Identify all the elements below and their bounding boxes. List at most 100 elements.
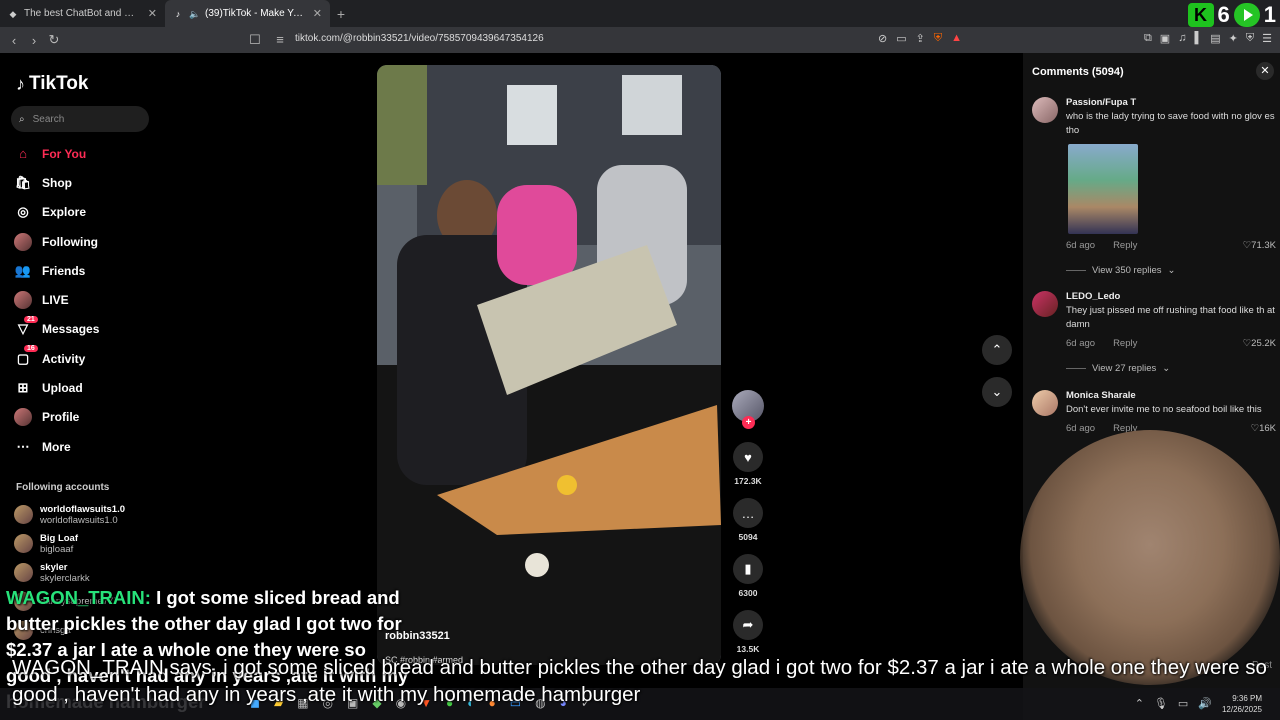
site-info-icon[interactable]: ≡ [270, 32, 290, 47]
screen: ◆ The best ChatBot and Widgets for Ki ✕ … [0, 0, 1280, 720]
account-name: skyler [40, 561, 68, 573]
url-field[interactable]: tiktok.com/@robbin33521/video/7585709439… [295, 33, 544, 44]
reply-button[interactable]: Reply [1113, 338, 1137, 349]
comment-text: who is the lady trying to save food with… [1066, 111, 1275, 136]
heart-outline-icon: ♡ [1242, 338, 1252, 349]
browser-tab-active[interactable]: ♪ 🔈 (39)TikTok - Make Your Day ✕ [165, 0, 330, 27]
following-avatar-icon [14, 232, 32, 251]
follow-plus-icon[interactable]: + [742, 416, 755, 429]
more-icon: ⋯ [16, 438, 30, 454]
chatbot-favicon-icon: ◆ [9, 8, 17, 19]
comment-like[interactable]: ♡16K [1251, 423, 1276, 434]
creator-avatar[interactable]: + [732, 390, 764, 429]
sidebar-icon[interactable]: ▌ [1194, 32, 1202, 45]
avatar[interactable] [1032, 390, 1058, 416]
vpn-icon[interactable]: ⛨ [1246, 32, 1254, 45]
comment-button[interactable]: … [733, 498, 763, 528]
upload-icon: ⊞ [17, 380, 29, 396]
comment-username[interactable]: Monica Sharale [1066, 390, 1276, 401]
kick-count: 6 [1217, 2, 1230, 27]
avatar [14, 534, 33, 553]
close-tab-icon[interactable]: ✕ [313, 7, 322, 20]
new-tab-button[interactable]: + [330, 6, 352, 22]
comment-image[interactable] [1068, 144, 1138, 234]
screenshot-icon[interactable]: ▣ [1160, 32, 1170, 45]
search-placeholder: Search [32, 113, 65, 125]
avatar[interactable] [1032, 97, 1058, 123]
browser-tab-bar: ◆ The best ChatBot and Widgets for Ki ✕ … [0, 0, 1280, 27]
comment-like[interactable]: ♡25.2K [1243, 338, 1276, 349]
chevron-up-icon: ⌃ [991, 342, 1003, 357]
play-logo-icon [1233, 3, 1260, 27]
share-button[interactable]: ➦ [733, 610, 763, 640]
next-video-button[interactable]: ⌄ [982, 377, 1012, 407]
nav-label: More [42, 439, 71, 454]
reload-icon[interactable]: ↻ [44, 32, 64, 48]
nav-item-following[interactable]: Following [14, 227, 99, 256]
nav-item-profile[interactable]: Profile [14, 403, 99, 432]
heart-outline-icon: ♡ [1242, 240, 1252, 251]
save-button[interactable]: ▮ [733, 554, 763, 584]
logo-text: TikTok [29, 73, 89, 94]
bookmark-icon[interactable]: ☐ [245, 32, 265, 48]
close-comments-button[interactable]: ✕ [1256, 62, 1274, 80]
view-replies-label: View 350 replies [1092, 265, 1162, 276]
previous-video-button[interactable]: ⌃ [982, 335, 1012, 365]
cast-icon[interactable]: ▭ [896, 32, 906, 45]
menu-icon[interactable]: ☰ [1262, 32, 1272, 45]
forward-icon[interactable]: › [24, 33, 44, 48]
back-icon[interactable]: ‹ [4, 33, 24, 48]
nav-item-explore[interactable]: ◎ Explore [14, 198, 99, 227]
view-replies-button[interactable]: View 27 replies ⌄ [1066, 363, 1276, 374]
account-handle: worldoflawsuits1.0 [40, 514, 118, 526]
account-name: worldoflawsuits1.0 [40, 503, 125, 515]
mute-icon[interactable]: ⊘ [878, 32, 887, 45]
like-button[interactable]: ♥ [733, 442, 763, 472]
like-count: 172.3K [734, 476, 762, 486]
live-avatar-icon [14, 291, 32, 310]
tiktok-favicon-icon: ♪ [175, 8, 181, 19]
comment-time: 6d ago [1066, 423, 1096, 434]
following-account-item[interactable]: Big Loaf bigloaaf [14, 529, 125, 558]
nav-item-activity[interactable]: ▢ 16 Activity [14, 344, 99, 373]
comment-username[interactable]: LEDO_Ledo [1066, 291, 1276, 302]
brave-rewards-icon[interactable]: ▲ [951, 32, 962, 45]
following-account-item[interactable]: skyler skylerclarkk [14, 558, 125, 587]
tiktok-logo[interactable]: ♪ TikTok [16, 73, 88, 95]
following-accounts-title: Following accounts [16, 482, 110, 493]
speaker-icon[interactable]: 🔈 [189, 9, 200, 19]
like-count: 71.3K [1251, 240, 1276, 251]
comment-time: 6d ago [1066, 240, 1096, 251]
nav-label: Profile [42, 410, 80, 425]
close-icon: ✕ [1260, 65, 1270, 77]
nav-item-for-you[interactable]: ⌂ For You [14, 139, 99, 168]
leo-ai-icon[interactable]: ✦ [1229, 32, 1238, 45]
reply-button[interactable]: Reply [1113, 240, 1137, 251]
nav-item-live[interactable]: LIVE [14, 285, 99, 314]
video-player[interactable] [377, 65, 721, 665]
avatar[interactable] [1032, 291, 1058, 317]
comment-text: Don't ever invite me to no seafood boil … [1066, 404, 1262, 415]
shop-icon: 🛍 [14, 174, 32, 190]
music-icon[interactable]: ♫ [1178, 32, 1186, 45]
brave-shield-icon[interactable]: ⛨ [934, 32, 942, 45]
nav-item-upload[interactable]: ⊞ Upload [14, 373, 99, 402]
comment-username[interactable]: Passion/Fupa T [1066, 97, 1276, 108]
view-replies-button[interactable]: View 350 replies ⌄ [1066, 265, 1276, 276]
notification-badge: 21 [24, 315, 38, 323]
browser-tab[interactable]: ◆ The best ChatBot and Widgets for Ki ✕ [0, 0, 165, 27]
comment-like[interactable]: ♡71.3K [1243, 240, 1276, 251]
wallet-icon[interactable]: ▤ [1210, 32, 1220, 45]
extension-icon[interactable]: ⧉ [1144, 32, 1152, 45]
heart-icon: ♥ [744, 449, 752, 465]
nav-item-shop[interactable]: 🛍 Shop [14, 168, 99, 197]
close-tab-icon[interactable]: ✕ [148, 7, 157, 20]
nav-item-friends[interactable]: 👥 Friends [14, 256, 99, 285]
chevron-down-icon: ⌄ [991, 384, 1003, 399]
nav-item-more[interactable]: ⋯ More [14, 432, 99, 461]
following-account-item[interactable]: worldoflawsuits1.0 worldoflawsuits1.0 [14, 500, 125, 529]
share-icon[interactable]: ⇪ [916, 32, 925, 45]
nav-item-messages[interactable]: ▽ 21 Messages [14, 315, 99, 344]
nav-label: Messages [42, 322, 100, 337]
search-input[interactable]: ⌕ Search [11, 106, 149, 132]
